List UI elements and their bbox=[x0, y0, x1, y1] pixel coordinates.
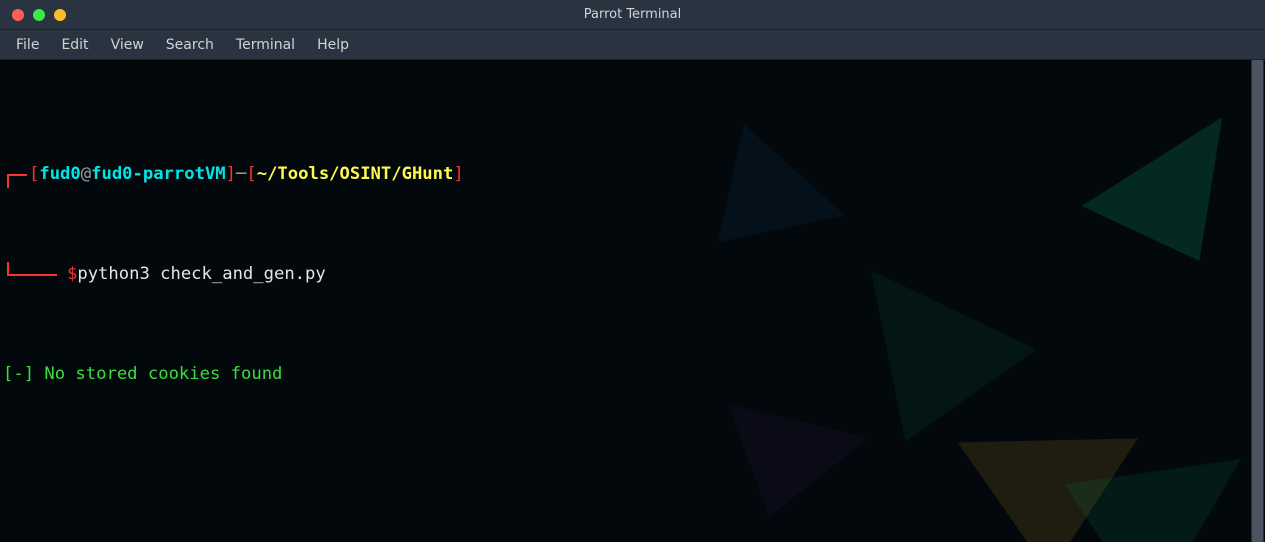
menu-view[interactable]: View bbox=[101, 33, 154, 57]
menu-help[interactable]: Help bbox=[307, 33, 359, 57]
bracket-open: [ bbox=[29, 162, 39, 187]
terminal-scrollbar[interactable] bbox=[1251, 60, 1264, 542]
terminal-viewport[interactable]: [fud0@fud0-parrotVM]─[~/Tools/OSINT/GHun… bbox=[0, 60, 1265, 542]
no-cookies-text: [-] No stored cookies found bbox=[3, 362, 282, 387]
prompt-symbol: $ bbox=[67, 262, 77, 287]
close-icon[interactable] bbox=[12, 9, 24, 21]
terminal-content: [fud0@fud0-parrotVM]─[~/Tools/OSINT/GHun… bbox=[0, 60, 1265, 542]
menu-terminal[interactable]: Terminal bbox=[226, 33, 305, 57]
menu-file[interactable]: File bbox=[6, 33, 49, 57]
prompt-line-top: [fud0@fud0-parrotVM]─[~/Tools/OSINT/GHun… bbox=[3, 162, 1262, 187]
prompt-sep: ─ bbox=[236, 162, 246, 187]
prompt-line-bottom: $python3 check_and_gen.py bbox=[3, 262, 1262, 287]
window-title: Parrot Terminal bbox=[0, 7, 1265, 22]
menu-search[interactable]: Search bbox=[156, 33, 224, 57]
scrollbar-thumb[interactable] bbox=[1252, 60, 1263, 542]
window-titlebar: Parrot Terminal bbox=[0, 0, 1265, 30]
minimize-icon[interactable] bbox=[33, 9, 45, 21]
blank-line bbox=[3, 462, 1262, 487]
prompt-host: fud0-parrotVM bbox=[91, 162, 226, 187]
prompt-elbow-icon bbox=[3, 162, 29, 187]
prompt-path: ~/Tools/OSINT/GHunt bbox=[257, 162, 454, 187]
output-line: [-] No stored cookies found bbox=[3, 362, 1262, 387]
maximize-icon[interactable] bbox=[54, 9, 66, 21]
bracket-close: ] bbox=[226, 162, 236, 187]
window-controls bbox=[0, 9, 66, 21]
path-bracket-open: [ bbox=[246, 162, 256, 187]
menu-edit[interactable]: Edit bbox=[51, 33, 98, 57]
path-bracket-close: ] bbox=[453, 162, 463, 187]
prompt-elbow-icon bbox=[3, 262, 29, 287]
menubar: File Edit View Search Terminal Help bbox=[0, 30, 1265, 60]
prompt-user: fud0 bbox=[39, 162, 80, 187]
command-text: python3 check_and_gen.py bbox=[77, 262, 325, 287]
at-sign: @ bbox=[81, 162, 91, 187]
